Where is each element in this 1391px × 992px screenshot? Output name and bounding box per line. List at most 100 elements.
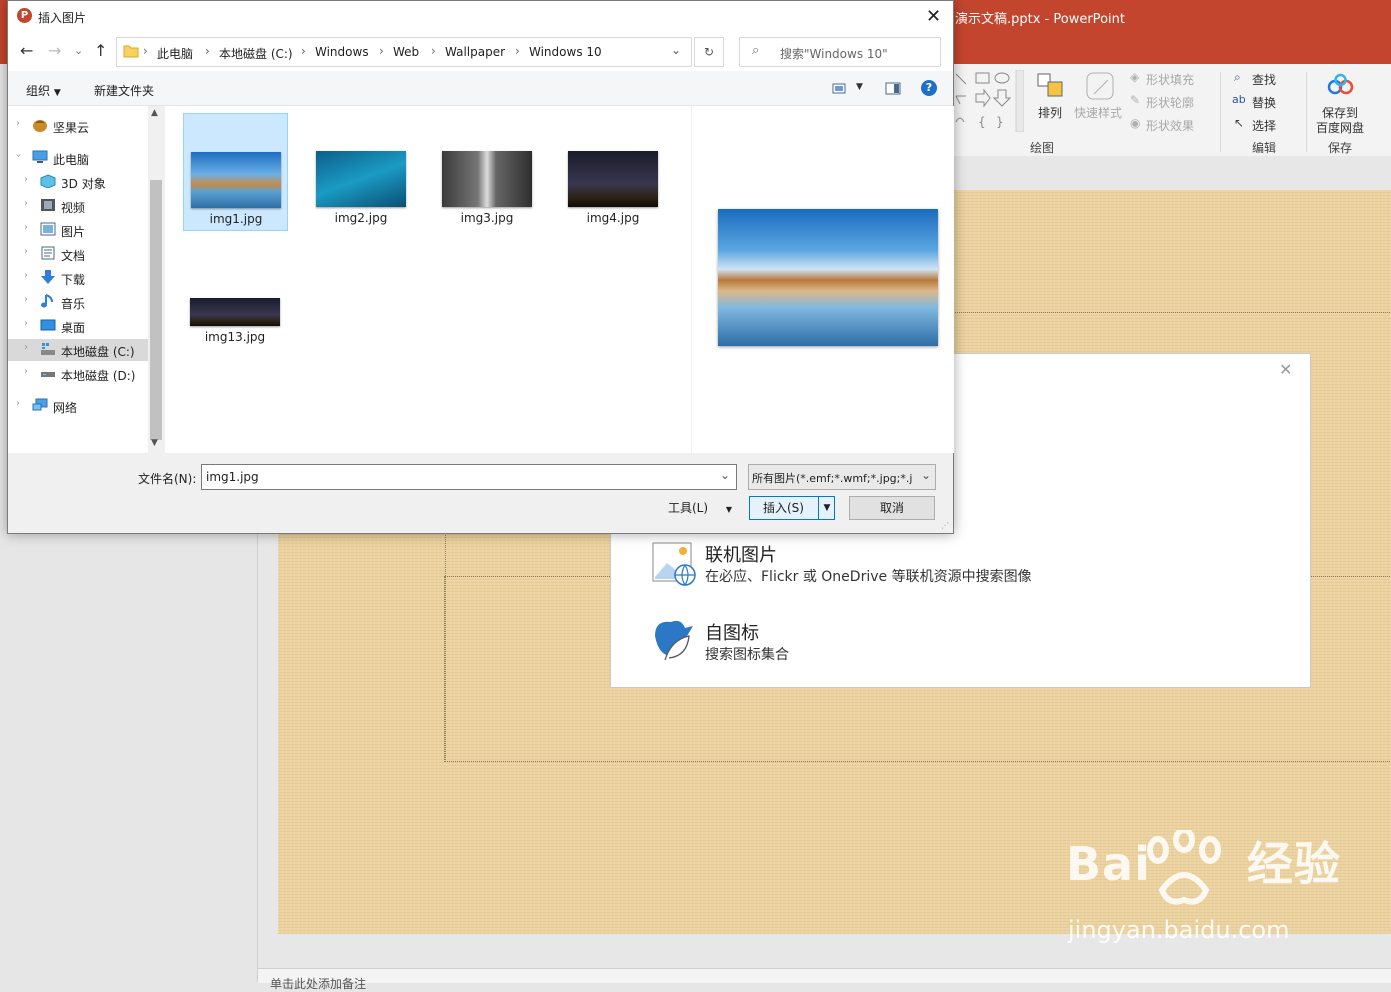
breadcrumb-windows[interactable]: Windows — [315, 45, 369, 59]
ribbon-separator — [1306, 72, 1307, 152]
preview-pane-icon[interactable] — [885, 82, 901, 95]
icons-collection-icon[interactable] — [651, 616, 697, 662]
breadcrumb-separator-icon[interactable]: › — [431, 44, 436, 58]
view-dropdown-icon[interactable]: ▼ — [856, 82, 863, 92]
file-item-img2[interactable]: img2.jpg — [309, 113, 413, 229]
breadcrumb-web[interactable]: Web — [393, 45, 419, 59]
breadcrumb-separator-icon[interactable]: › — [515, 44, 520, 58]
find-label[interactable]: 查找 — [1252, 71, 1276, 88]
expand-chevron-icon[interactable]: › — [24, 294, 28, 305]
expand-chevron-icon[interactable]: › — [16, 398, 20, 409]
quick-styles-icon[interactable] — [1084, 70, 1118, 102]
file-type-select[interactable]: 所有图片(*.emf;*.wmf;*.jpg;*.j ⌄ — [748, 464, 936, 490]
baidu-watermark-url: jingyan.baidu.com — [1068, 916, 1290, 944]
close-icon[interactable]: ✕ — [926, 6, 941, 27]
online-pictures-icon[interactable] — [651, 541, 697, 587]
expand-chevron-icon[interactable]: › — [24, 198, 28, 209]
icons-title[interactable]: 自图标 — [705, 619, 759, 645]
collapse-chevron-icon[interactable]: › — [13, 154, 24, 158]
tree-item-network[interactable]: › 网络 — [8, 395, 148, 417]
shape-effect-label[interactable]: 形状效果 — [1146, 117, 1194, 134]
notes-pane[interactable]: 单击此处添加备注 — [258, 968, 1391, 991]
tree-item-documents[interactable]: › 文档 — [8, 243, 148, 265]
filename-value: img1.jpg — [206, 470, 259, 484]
search-input[interactable]: 搜索"Windows 10" — [780, 45, 888, 62]
cancel-button[interactable]: 取消 — [849, 496, 935, 520]
organize-button[interactable]: 组织 ▼ — [26, 82, 61, 99]
search-box[interactable]: ⌕ 搜索"Windows 10" — [739, 37, 941, 67]
select-label[interactable]: 选择 — [1252, 117, 1276, 134]
back-arrow-icon[interactable]: ← — [20, 41, 33, 60]
tree-item-pictures[interactable]: › 图片 — [8, 219, 148, 241]
file-item-img1[interactable]: img1.jpg — [183, 113, 288, 231]
expand-chevron-icon[interactable]: › — [24, 342, 28, 353]
expand-chevron-icon[interactable]: › — [24, 246, 28, 257]
expand-chevron-icon[interactable]: › — [24, 366, 28, 377]
refresh-icon[interactable]: ↻ — [694, 37, 724, 67]
forward-arrow-icon[interactable]: → — [48, 41, 61, 60]
arrange-label[interactable]: 排列 — [1038, 104, 1062, 121]
breadcrumb-separator-icon[interactable]: › — [143, 44, 148, 58]
expand-chevron-icon[interactable]: › — [24, 222, 28, 233]
breadcrumb-separator-icon[interactable]: › — [379, 44, 384, 58]
replace-label[interactable]: 替换 — [1252, 94, 1276, 111]
insert-dropdown-icon[interactable]: ▼ — [818, 497, 835, 519]
filename-dropdown-chevron-icon[interactable]: ⌄ — [720, 468, 730, 482]
address-dropdown-chevron-icon[interactable]: ⌄ — [671, 43, 681, 57]
icons-description: 搜索图标集合 — [705, 647, 789, 663]
scroll-up-icon[interactable]: ▲ — [151, 108, 158, 118]
breadcrumb-this-pc[interactable]: 此电脑 — [157, 45, 193, 62]
tree-item-local-disk-d[interactable]: › 本地磁盘 (D:) — [8, 363, 148, 385]
drive-d-icon — [41, 372, 55, 377]
resize-grip-icon[interactable]: ⋰ — [941, 521, 949, 530]
breadcrumb-wallpaper[interactable]: Wallpaper — [445, 45, 505, 59]
breadcrumb-separator-icon[interactable]: › — [205, 44, 210, 58]
up-arrow-icon[interactable]: ↑ — [94, 41, 107, 60]
quick-styles-label[interactable]: 快速样式 — [1074, 104, 1122, 121]
expand-chevron-icon[interactable]: › — [24, 318, 28, 329]
filename-input[interactable]: img1.jpg ⌄ — [201, 464, 737, 490]
insert-button[interactable]: 插入(S) ▼ — [749, 496, 835, 520]
shape-outline-label[interactable]: 形状轮廓 — [1146, 94, 1194, 111]
expand-chevron-icon[interactable]: › — [16, 118, 20, 129]
expand-chevron-icon[interactable]: › — [24, 270, 28, 281]
recent-locations-chevron-icon[interactable]: ⌄ — [74, 44, 83, 57]
file-type-chevron-icon[interactable]: ⌄ — [921, 468, 931, 482]
file-item-img4[interactable]: img4.jpg — [561, 113, 665, 229]
address-bar[interactable]: › 此电脑 › 本地磁盘 (C:) › Windows › Web › Wall… — [116, 37, 692, 67]
tree-item-music[interactable]: › 音乐 — [8, 291, 148, 313]
tree-item-local-disk-c[interactable]: › 本地磁盘 (C:) — [8, 339, 148, 361]
scroll-down-icon[interactable]: ▼ — [151, 438, 158, 448]
close-icon[interactable]: ✕ — [1279, 360, 1292, 379]
new-folder-button[interactable]: 新建文件夹 — [94, 82, 154, 99]
view-options-icon[interactable] — [832, 83, 846, 94]
file-item-img3[interactable]: img3.jpg — [435, 113, 539, 229]
breadcrumb-separator-icon[interactable]: › — [301, 44, 306, 58]
shape-fill-label[interactable]: 形状填充 — [1146, 71, 1194, 88]
baidu-netdisk-icon[interactable] — [1326, 72, 1356, 98]
file-item-img13[interactable]: img13.jpg — [183, 232, 287, 348]
expand-chevron-icon[interactable]: › — [24, 174, 28, 185]
breadcrumb-windows-10[interactable]: Windows 10 — [529, 45, 602, 59]
video-icon — [41, 199, 55, 211]
tree-item-desktop[interactable]: › 桌面 — [8, 315, 148, 337]
download-icon — [41, 270, 55, 284]
scrollbar-thumb[interactable] — [150, 180, 162, 440]
tools-button[interactable]: 工具(L) ▼ — [668, 499, 732, 516]
network-icon — [32, 398, 48, 411]
navigation-tree: › 坚果云 › 此电脑 › 3D 对象 › 视频 › 图片 › 文档 › 下载 … — [8, 106, 164, 453]
tree-item-3d-objects[interactable]: › 3D 对象 — [8, 171, 148, 193]
tree-item-nut-cloud[interactable]: › 坚果云 — [8, 115, 148, 137]
help-icon[interactable]: ? — [921, 80, 937, 96]
arrange-icon[interactable] — [1036, 72, 1066, 100]
dialog-title-bar[interactable]: P 插入图片 ✕ — [8, 1, 953, 31]
breadcrumb-local-disk-c[interactable]: 本地磁盘 (C:) — [219, 45, 293, 62]
tree-item-videos[interactable]: › 视频 — [8, 195, 148, 217]
tree-item-downloads[interactable]: › 下载 — [8, 267, 148, 289]
tree-item-this-pc[interactable]: › 此电脑 — [8, 147, 148, 169]
online-pictures-title[interactable]: 联机图片 — [705, 541, 777, 567]
baidu-netdisk-label[interactable]: 百度网盘 — [1316, 119, 1364, 136]
shapes-gallery-icon[interactable]: {} — [954, 70, 1024, 132]
tree-scrollbar[interactable]: ▲ ▼ — [148, 106, 164, 453]
pictures-icon — [40, 222, 56, 236]
